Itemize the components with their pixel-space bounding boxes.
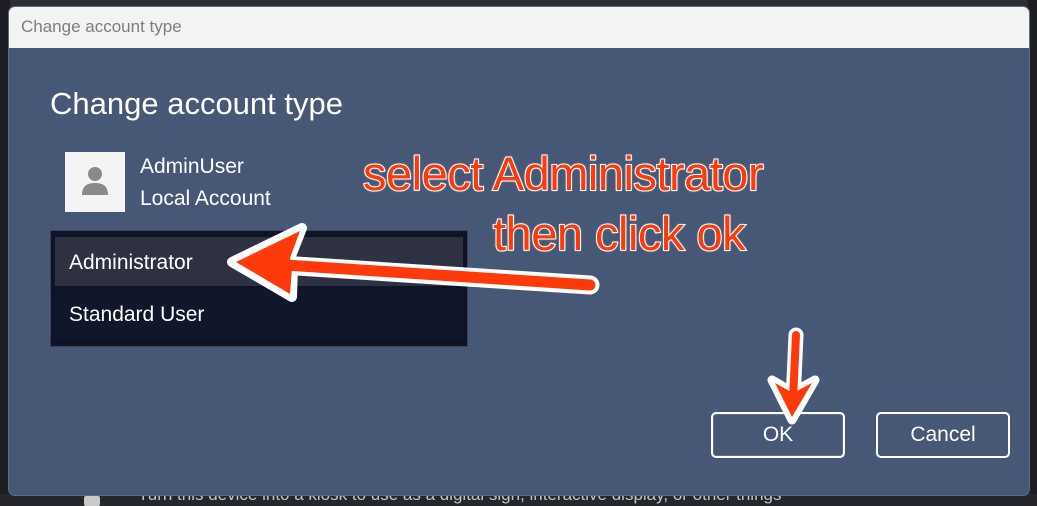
- cancel-button[interactable]: Cancel: [876, 412, 1010, 458]
- user-avatar: [65, 152, 125, 212]
- account-type-label: Local Account: [140, 187, 271, 210]
- kiosk-icon: [84, 496, 100, 506]
- dialog-heading: Change account type: [50, 86, 343, 121]
- background-right-panel: [1028, 0, 1037, 506]
- background-settings-row: Turn this device into a kiosk to use as …: [0, 494, 1037, 506]
- person-icon: [82, 167, 108, 195]
- account-name: AdminUser: [140, 155, 244, 178]
- option-standard-user[interactable]: Standard User: [55, 289, 463, 338]
- ok-button[interactable]: OK: [711, 412, 845, 458]
- account-type-dropdown[interactable]: Administrator Standard User: [50, 230, 468, 347]
- background-description: Turn this device into a kiosk to use as …: [138, 494, 782, 504]
- dialog-titlebar: Change account type: [9, 7, 1029, 48]
- window-title: Change account type: [21, 17, 182, 36]
- option-standard-user-label: Standard User: [69, 303, 205, 326]
- option-administrator[interactable]: Administrator: [55, 237, 463, 286]
- option-administrator-label: Administrator: [69, 251, 193, 274]
- annotation-instruction-line2: then click ok: [492, 206, 747, 261]
- annotation-instruction-line1: select Administrator: [362, 146, 765, 201]
